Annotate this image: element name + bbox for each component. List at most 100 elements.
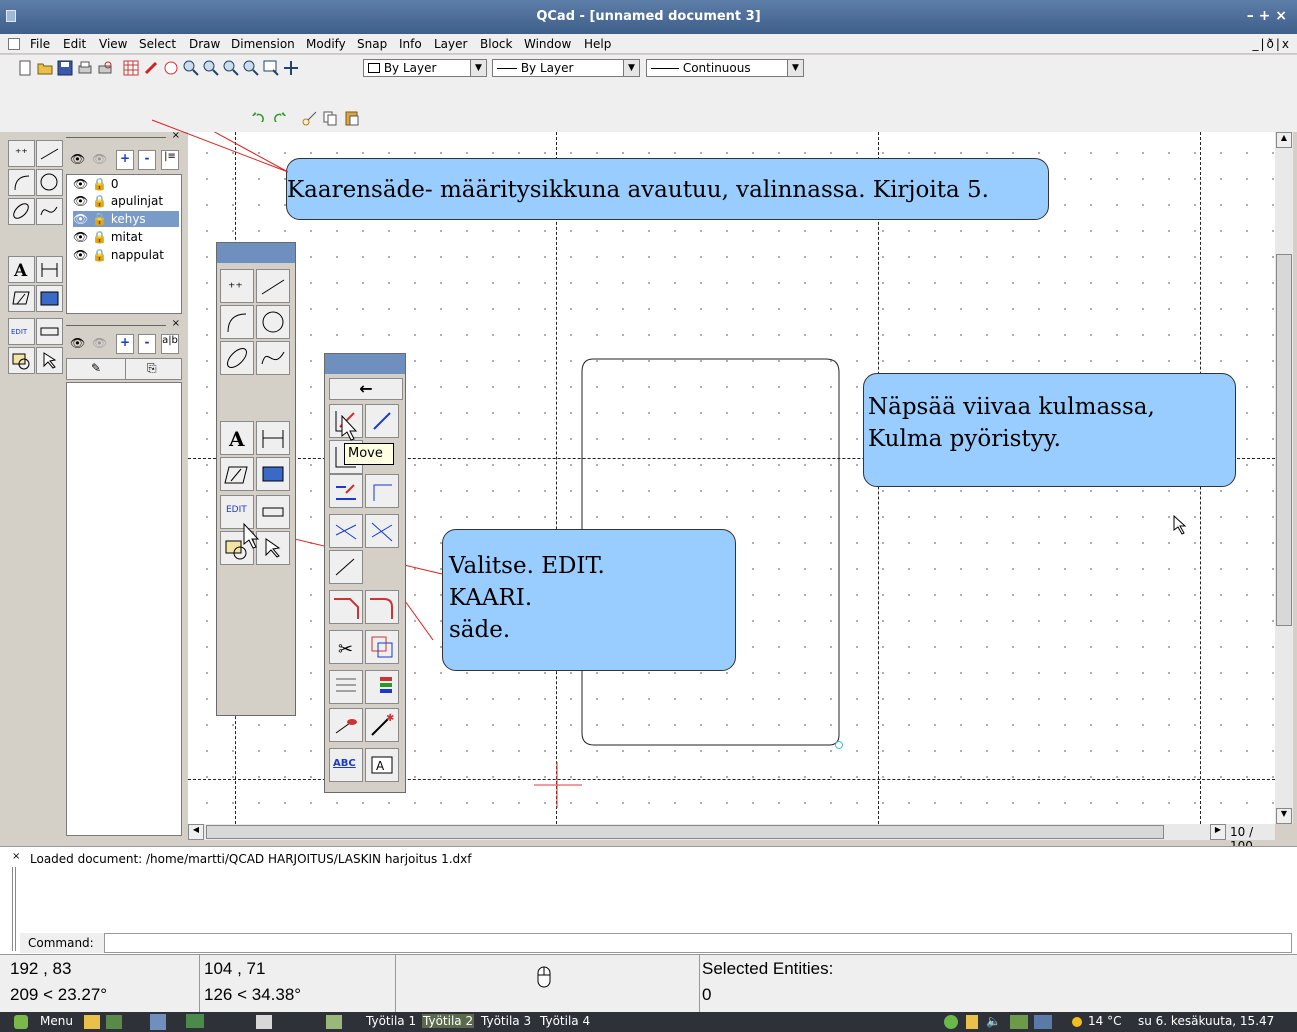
menu-edit[interactable]: Edit bbox=[63, 37, 86, 51]
add-block-button[interactable]: + bbox=[116, 334, 134, 354]
folder-icon[interactable] bbox=[326, 1015, 342, 1029]
mint-menu-icon[interactable] bbox=[14, 1015, 28, 1029]
hatch-tool[interactable] bbox=[8, 285, 35, 312]
close-icon[interactable]: × bbox=[172, 318, 180, 329]
measure-tool[interactable] bbox=[36, 318, 63, 345]
vertical-scrollbar[interactable]: ▲ ▼ bbox=[1275, 132, 1293, 824]
terminal-launcher-icon[interactable] bbox=[106, 1015, 122, 1029]
points-tool[interactable]: ⁺⁺ bbox=[8, 140, 35, 167]
bevel-button[interactable] bbox=[329, 590, 363, 624]
splines-tool[interactable] bbox=[36, 198, 63, 225]
attributes-button[interactable] bbox=[365, 670, 399, 704]
text-button[interactable]: A bbox=[220, 421, 254, 455]
width-select[interactable]: By Layer ▼ bbox=[492, 59, 640, 77]
editor-launcher-icon[interactable] bbox=[84, 1015, 100, 1029]
palette-titlebar[interactable] bbox=[217, 243, 295, 263]
zoom-out-icon[interactable] bbox=[203, 60, 219, 76]
horizontal-scrollbar[interactable]: ◀ ▶ 10 / 100 bbox=[188, 824, 1275, 853]
text-tool[interactable]: A bbox=[8, 256, 35, 283]
explode-button[interactable]: ✱ bbox=[365, 708, 399, 742]
menu-button[interactable]: Menu bbox=[40, 1014, 73, 1028]
show-all-layers-icon[interactable]: 👁 bbox=[70, 152, 85, 166]
text-explode-button[interactable]: A bbox=[365, 748, 399, 782]
back-button[interactable]: ← bbox=[329, 378, 403, 400]
network-icon[interactable] bbox=[1010, 1015, 1028, 1029]
draft-icon[interactable] bbox=[143, 60, 159, 76]
layer-item[interactable]: 👁 🔒 apulinjat bbox=[73, 193, 163, 209]
trim-button[interactable] bbox=[329, 514, 363, 548]
insert-block-icon[interactable]: ⎘ bbox=[147, 361, 157, 376]
volume-icon[interactable]: 🔈 bbox=[986, 1014, 1001, 1028]
hide-all-layers-icon[interactable]: 👁 bbox=[92, 152, 107, 166]
command-input[interactable] bbox=[104, 933, 1292, 953]
menu-draw[interactable]: Draw bbox=[189, 37, 220, 51]
menu-modify[interactable]: Modify bbox=[306, 37, 346, 51]
select-tool[interactable] bbox=[36, 347, 63, 374]
print-preview-icon[interactable] bbox=[97, 60, 113, 76]
zoom-previous-icon[interactable] bbox=[243, 60, 259, 76]
points-button[interactable]: ⁺⁺ bbox=[220, 269, 254, 303]
block-tool[interactable] bbox=[8, 347, 35, 374]
show-all-blocks-icon[interactable]: 👁 bbox=[70, 336, 85, 350]
zoom-in-icon[interactable] bbox=[183, 60, 199, 76]
move-rotate-button[interactable] bbox=[365, 474, 399, 508]
display-icon[interactable] bbox=[1034, 1015, 1052, 1029]
chevron-down-icon[interactable]: ▼ bbox=[470, 60, 486, 76]
clock[interactable]: su 6. kesäkuuta, 15.47 bbox=[1138, 1014, 1274, 1028]
arcs-tool[interactable] bbox=[8, 169, 35, 196]
pan-icon[interactable] bbox=[283, 60, 299, 76]
hide-all-blocks-icon[interactable]: 👁 bbox=[92, 336, 107, 350]
grid-icon[interactable] bbox=[123, 60, 139, 76]
workspace-3[interactable]: Työtila 3 bbox=[481, 1014, 531, 1028]
add-layer-button[interactable]: + bbox=[116, 150, 134, 170]
cut-button[interactable]: ✂ bbox=[329, 630, 363, 664]
menu-window[interactable]: Window bbox=[524, 37, 571, 51]
text-edit-button[interactable]: ABC bbox=[329, 748, 363, 782]
zoom-auto-icon[interactable] bbox=[223, 60, 239, 76]
image-tool[interactable] bbox=[36, 285, 63, 312]
layer-item-selected[interactable]: 👁 🔒 kehys bbox=[73, 211, 179, 227]
stretch-button[interactable] bbox=[365, 630, 399, 664]
menu-view[interactable]: View bbox=[99, 37, 127, 51]
open-icon[interactable] bbox=[37, 60, 53, 76]
pencil-icon[interactable]: ✎ bbox=[91, 361, 101, 375]
chevron-down-icon[interactable]: ▼ bbox=[623, 60, 639, 76]
arcs-button[interactable] bbox=[220, 305, 254, 339]
linetype-select[interactable]: Continuous ▼ bbox=[646, 59, 804, 77]
ellipses-button[interactable] bbox=[220, 341, 254, 375]
mdi-controls[interactable]: _|ð|x bbox=[1252, 37, 1291, 51]
vertical-scroll-thumb[interactable] bbox=[1276, 254, 1292, 626]
scroll-up-icon[interactable]: ▲ bbox=[1276, 132, 1292, 148]
image-button[interactable] bbox=[256, 457, 290, 491]
workspace-4[interactable]: Työtila 4 bbox=[540, 1014, 590, 1028]
menu-select[interactable]: Select bbox=[139, 37, 176, 51]
menu-info[interactable]: Info bbox=[399, 37, 422, 51]
dimension-button[interactable] bbox=[256, 421, 290, 455]
menu-snap[interactable]: Snap bbox=[357, 37, 387, 51]
paste-icon[interactable] bbox=[344, 110, 360, 126]
menu-layer[interactable]: Layer bbox=[434, 37, 467, 51]
layer-item[interactable]: 👁 🔒 0 bbox=[73, 176, 118, 192]
zoom-window-icon[interactable] bbox=[263, 60, 279, 76]
weather-temp[interactable]: 14 °C bbox=[1088, 1014, 1121, 1028]
rotate-button[interactable] bbox=[365, 404, 399, 438]
delete-button[interactable] bbox=[329, 708, 363, 742]
print-icon[interactable] bbox=[77, 60, 93, 76]
copy-icon[interactable] bbox=[322, 110, 338, 126]
rename-block-button[interactable]: a|b bbox=[161, 334, 179, 354]
menu-file[interactable]: File bbox=[30, 37, 50, 51]
save-icon[interactable] bbox=[57, 60, 73, 76]
shield-icon[interactable] bbox=[944, 1015, 958, 1029]
layer-item[interactable]: 👁 🔒 mitat bbox=[73, 229, 143, 245]
lengthen-button[interactable] bbox=[329, 550, 363, 584]
scroll-right-icon[interactable]: ▶ bbox=[1210, 824, 1226, 840]
lock-icon[interactable] bbox=[966, 1015, 978, 1029]
remove-block-button[interactable]: - bbox=[138, 334, 156, 354]
lines-tool[interactable] bbox=[36, 140, 63, 167]
layer-item[interactable]: 👁 🔒 nappulat bbox=[73, 247, 164, 263]
cut-icon[interactable] bbox=[302, 110, 318, 126]
close-icon[interactable]: × bbox=[12, 851, 20, 862]
menu-help[interactable]: Help bbox=[584, 37, 611, 51]
hatch-button[interactable] bbox=[220, 457, 254, 491]
workspace-1[interactable]: Työtila 1 bbox=[366, 1014, 416, 1028]
